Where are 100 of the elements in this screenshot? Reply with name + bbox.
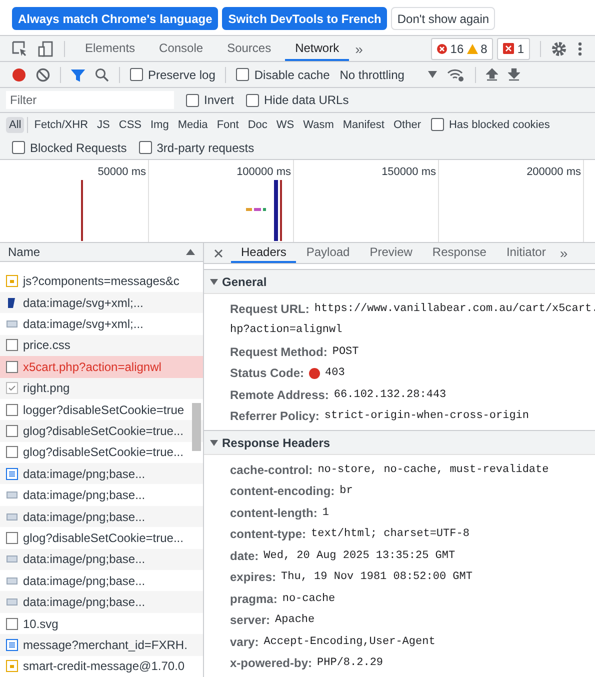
header-value: 1 xyxy=(322,506,329,519)
banner-button[interactable]: Switch DevTools to French xyxy=(222,7,388,30)
document-icon xyxy=(6,638,18,651)
disable-cache-checkbox[interactable]: Disable cache xyxy=(236,68,330,82)
header-name: server: xyxy=(230,613,270,628)
sort-icon xyxy=(186,248,195,255)
image-icon xyxy=(6,596,18,608)
header-name: x-powered-by: xyxy=(230,656,312,670)
request-row[interactable]: message?merchant_id=FXRH. xyxy=(0,634,203,656)
header-name: date: xyxy=(230,548,259,563)
detail-tab[interactable]: Preview xyxy=(360,243,422,263)
image-icon xyxy=(6,489,18,502)
filter-field[interactable]: Filter xyxy=(6,91,174,109)
file-icon xyxy=(6,360,18,373)
section-header[interactable]: Response Headers xyxy=(204,430,595,455)
detail-tab[interactable]: Payload xyxy=(296,243,360,263)
time-tick-label: 100000 ms xyxy=(236,166,291,178)
script-file-icon xyxy=(6,275,18,288)
waterfall-drawing xyxy=(246,180,282,241)
network-conditions-icon[interactable] xyxy=(447,68,466,82)
detail-tab[interactable]: Initiator xyxy=(496,243,556,263)
image-icon xyxy=(6,574,18,587)
file-icon xyxy=(6,404,18,416)
issues-counter[interactable]: 1 xyxy=(497,38,530,60)
file-icon xyxy=(6,446,18,458)
image-icon xyxy=(6,318,18,330)
time-tick-label: 200000 ms xyxy=(526,166,581,178)
header-value: no-cache xyxy=(282,592,336,605)
header-name: content-encoding: xyxy=(230,484,335,498)
search-icon[interactable] xyxy=(95,68,109,82)
request-filter-checkbox[interactable]: 3rd-party requests xyxy=(138,140,254,154)
throttling-dropdown[interactable]: No throttling xyxy=(340,68,438,82)
type-filter[interactable]: Media xyxy=(174,116,211,132)
more-tabs[interactable]: » xyxy=(560,245,568,261)
detail-tab[interactable]: Response xyxy=(422,243,496,263)
type-filter[interactable]: Other xyxy=(390,116,424,132)
type-filter[interactable]: Wasm xyxy=(300,116,337,132)
type-filter[interactable]: All xyxy=(6,116,24,132)
header-name: content-type: xyxy=(230,527,306,542)
close-icon[interactable] xyxy=(214,248,223,258)
type-filter[interactable]: Font xyxy=(214,116,242,132)
header-name: Request URL: xyxy=(230,302,310,316)
header-value: text/html; charset=UTF-8 xyxy=(311,528,470,540)
request-row[interactable]: data:image/png;base... xyxy=(0,548,203,570)
download-icon[interactable] xyxy=(508,68,520,82)
error-icon xyxy=(437,44,448,54)
clear-icon[interactable] xyxy=(36,68,50,82)
checkmark-file-icon xyxy=(6,382,18,394)
section-header[interactable]: General xyxy=(204,269,595,294)
request-row[interactable]: data:image/png;base... xyxy=(0,591,203,613)
scrollbar-thumb[interactable] xyxy=(192,403,201,451)
header-name: Status Code: xyxy=(230,366,304,380)
more-tabs[interactable]: » xyxy=(355,40,363,56)
image-icon xyxy=(6,553,18,566)
header-name: pragma: xyxy=(230,592,278,606)
request-row[interactable]: data:image/png;base... xyxy=(0,463,203,484)
header-name: Remote Address: xyxy=(230,388,329,402)
header-value: br xyxy=(340,485,353,498)
type-filter[interactable]: CSS xyxy=(116,116,144,132)
panel-tab[interactable]: Console xyxy=(149,36,214,61)
waterfall-marker-line xyxy=(81,180,83,241)
more-options-icon[interactable] xyxy=(577,40,583,56)
type-filter[interactable]: JS xyxy=(94,116,113,132)
header-name: vary: xyxy=(230,634,259,649)
record-icon[interactable] xyxy=(12,68,26,82)
request-row[interactable]: right.png xyxy=(0,378,203,399)
time-tick-label: 50000 ms xyxy=(98,166,146,178)
device-toolbar-icon[interactable] xyxy=(38,40,54,56)
header-value: hp?action=alignwl xyxy=(230,324,342,336)
error-warning-counter[interactable]: 16 8 xyxy=(431,38,494,60)
filter-checkbox[interactable]: Invert xyxy=(186,93,234,107)
type-filter[interactable]: WS xyxy=(273,116,298,132)
panel-tab[interactable]: Sources xyxy=(217,36,282,61)
settings-icon[interactable] xyxy=(551,40,567,56)
upload-icon[interactable] xyxy=(486,68,498,82)
header-name: content-length: xyxy=(230,506,318,520)
type-filter[interactable]: Manifest xyxy=(340,116,388,132)
header-value: no-store, no-cache, must-revalidate xyxy=(318,464,549,476)
banner-button[interactable]: Always match Chrome's language xyxy=(12,7,218,30)
image-icon xyxy=(6,296,18,309)
type-filter[interactable]: Fetch/XHR xyxy=(31,116,92,132)
request-row[interactable]: glog?disableSetCookie=true... xyxy=(0,420,203,442)
detail-tab[interactable]: Headers xyxy=(231,243,296,263)
header-name: cache-control: xyxy=(230,462,313,477)
blocked-cookies-checkbox[interactable]: Has blocked cookies xyxy=(430,118,550,131)
request-row[interactable]: data:image/svg+xml;... xyxy=(0,292,203,314)
filter-icon[interactable] xyxy=(71,68,85,82)
type-filter[interactable]: Img xyxy=(148,116,172,132)
request-filter-checkbox[interactable]: Blocked Requests xyxy=(12,140,127,154)
name-column-header[interactable]: Name xyxy=(0,243,203,262)
request-row[interactable]: price.css xyxy=(0,334,203,356)
script-file-icon xyxy=(6,660,18,672)
filter-checkbox[interactable]: Hide data URLs xyxy=(246,93,349,107)
type-filter[interactable]: Doc xyxy=(244,116,270,132)
file-icon xyxy=(6,532,18,544)
inspect-icon[interactable] xyxy=(12,40,28,56)
request-row[interactable]: data:image/png;base... xyxy=(0,506,203,528)
preserve-log-checkbox[interactable]: Preserve log xyxy=(130,68,216,82)
banner-button[interactable]: Don't show again xyxy=(391,7,496,30)
panel-tab[interactable]: Elements xyxy=(75,36,146,61)
